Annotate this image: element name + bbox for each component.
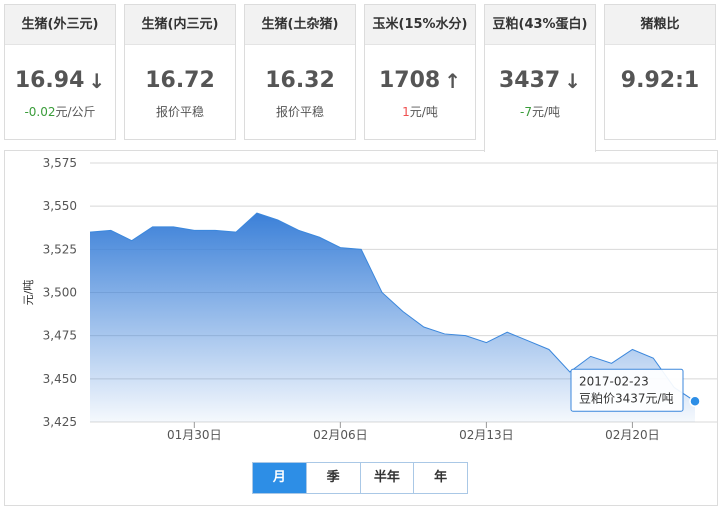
card-change: 报价平稳 (275, 105, 324, 119)
card-change: -7元/吨 (519, 105, 560, 119)
card-value: 9.92:1 (620, 68, 700, 93)
x-tick-label: 02月20日 (605, 428, 660, 442)
card-title: 猪粮比 (605, 5, 715, 45)
y-tick-label: 3,575 (43, 156, 77, 170)
arrow-down-icon: ↓ (88, 69, 106, 93)
card-title: 豆粕(43%蛋白) (485, 5, 595, 45)
card-value: 16.94 ↓ (14, 68, 106, 93)
card-corn[interactable]: 玉米(15%水分) 1708 ↑ 1元/吨 (364, 4, 476, 140)
card-soymeal[interactable]: 豆粕(43%蛋白) 3437 ↓ -7元/吨 (484, 4, 596, 152)
card-title: 生猪(土杂猪) (245, 5, 355, 45)
y-tick-label: 3,500 (43, 286, 77, 300)
card-hog-grain-ratio[interactable]: 猪粮比 9.92:1 (604, 4, 716, 140)
card-value: 16.72 (145, 68, 215, 93)
range-button-0[interactable]: 月 (253, 463, 307, 493)
price-cards: 生猪(外三元) 16.94 ↓ -0.02元/公斤 生猪(内三元) 16.72 报价平稳 生猪… (4, 4, 718, 152)
card-change: 报价平稳 (155, 105, 204, 119)
card-value: 1708 ↑ (379, 68, 461, 93)
x-tick-label: 02月06日 (313, 428, 368, 442)
y-tick-label: 3,425 (43, 415, 77, 429)
y-axis-label: 元/吨 (22, 280, 35, 306)
arrow-up-icon: ↑ (444, 69, 461, 93)
range-button-3[interactable]: 年 (414, 463, 467, 493)
card-change: -0.02元/公斤 (24, 105, 96, 119)
card-value: 3437 ↓ (499, 68, 581, 93)
y-tick-label: 3,525 (43, 242, 77, 256)
x-tick-label: 02月13日 (459, 428, 514, 442)
card-title: 玉米(15%水分) (365, 5, 475, 45)
card-value: 16.32 (265, 68, 335, 93)
arrow-down-icon: ↓ (564, 69, 581, 93)
card-title: 生猪(内三元) (125, 5, 235, 45)
tooltip-date: 2017-02-23 (579, 374, 649, 388)
y-tick-label: 3,550 (43, 199, 77, 213)
y-tick-label: 3,475 (43, 329, 77, 343)
card-title: 生猪(外三元) (5, 5, 115, 45)
card-hog-outer[interactable]: 生猪(外三元) 16.94 ↓ -0.02元/公斤 (4, 4, 116, 140)
tooltip-value: 豆粕价3437元/吨 (579, 390, 674, 405)
range-button-2[interactable]: 半年 (361, 463, 415, 493)
price-chart-svg: 3,425 3,450 3,475 3,500 3,525 3,550 3,575 元/吨 01… (22, 156, 717, 442)
card-hog-native[interactable]: 生猪(土杂猪) 16.32 报价平稳 (244, 4, 356, 140)
x-tick-label: 01月30日 (167, 428, 222, 442)
range-button-1[interactable]: 季 (307, 463, 361, 493)
data-point (689, 395, 701, 408)
card-change: 1元/吨 (402, 105, 438, 119)
price-chart: 3,425 3,450 3,475 3,500 3,525 3,550 3,575 元/吨 01… (4, 150, 718, 506)
range-selector: 月季半年年 (252, 462, 468, 494)
y-tick-label: 3,450 (43, 372, 77, 386)
card-hog-inner[interactable]: 生猪(内三元) 16.72 报价平稳 (124, 4, 236, 140)
